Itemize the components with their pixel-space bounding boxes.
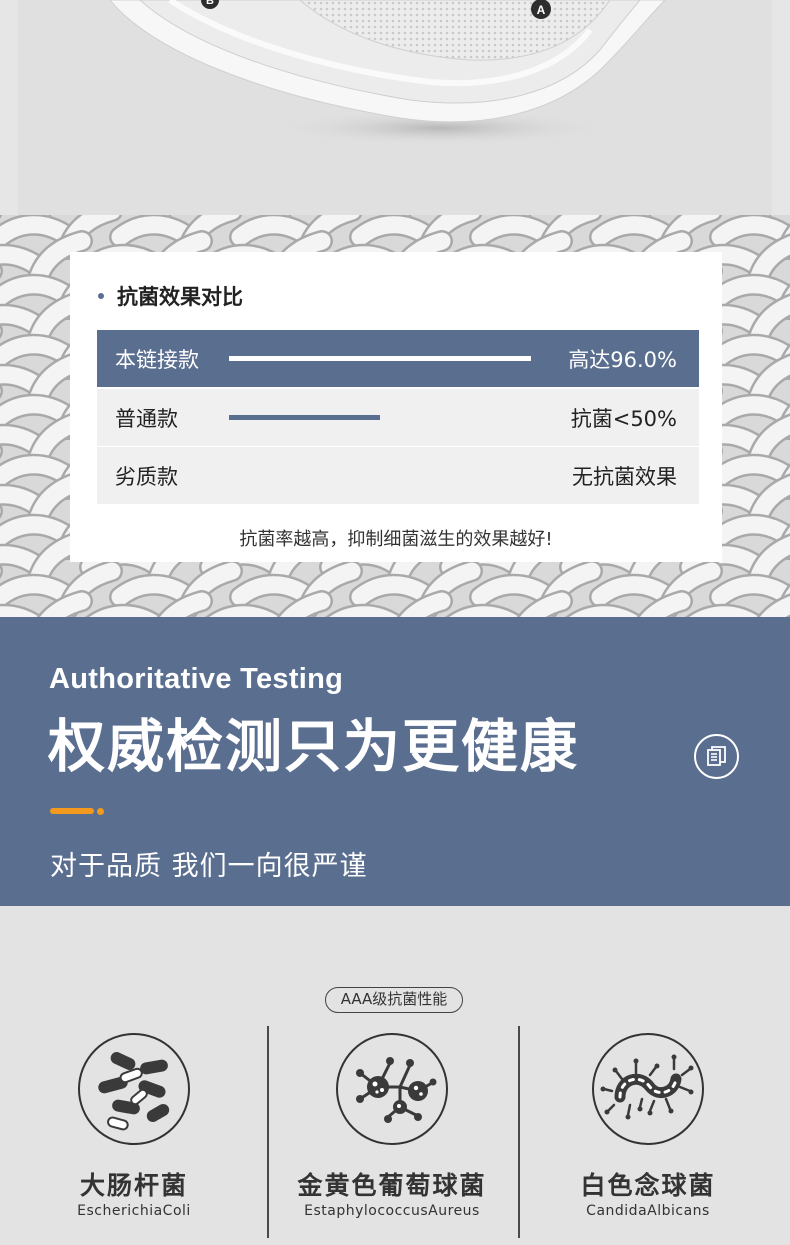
banner-subtitle: 对于品质 我们一向很严谨 <box>50 851 368 882</box>
bacteria-name-en: EstaphylococcusAureus <box>304 1203 480 1219</box>
staphylococcus-icon <box>336 1033 448 1145</box>
row-bar <box>229 415 380 420</box>
banner-title-en: Authoritative Testing <box>49 663 344 695</box>
comparison-title-text: 抗菌效果对比 <box>117 285 243 309</box>
row-value: 抗菌<50% <box>570 406 677 431</box>
candida-icon <box>592 1033 704 1145</box>
marker-b-label: B <box>206 0 214 7</box>
bacteria-item-candida: 白色念球菌 CandidaAlbicans <box>520 1033 776 1233</box>
row-value: 高达96.0% <box>568 347 677 372</box>
row-name: 本链接款 <box>115 347 199 372</box>
row-name: 普通款 <box>115 406 178 431</box>
bacteria-name-cn: 白色念球菌 <box>580 1171 716 1200</box>
comparison-title: 抗菌效果对比 <box>98 281 243 311</box>
bacteria-name-cn: 大肠杆菌 <box>79 1171 188 1200</box>
comparison-row-this-product: 本链接款 高达96.0% <box>97 330 699 387</box>
antibacterial-section: AAA级抗菌性能 大肠杆菌 EscherichiaColi 金黄色葡萄球菌 Es… <box>0 906 790 1245</box>
marker-a-label: A <box>537 3 546 17</box>
comparison-note: 抗菌率越高，抑制细菌滋生的效果越好! <box>239 529 553 550</box>
bacteria-name-cn: 金黄色葡萄球菌 <box>297 1171 487 1200</box>
bullet-dot <box>98 293 104 299</box>
bacteria-item-ecoli: 大肠杆菌 EscherichiaColi <box>6 1033 262 1233</box>
product-layers-illustration: B A <box>109 0 666 146</box>
bacteria-name-en: CandidaAlbicans <box>586 1203 710 1219</box>
comparison-card: 抗菌效果对比 本链接款 高达96.0% 普通款 抗菌<50% 劣质款 无抗菌效果… <box>70 252 722 562</box>
product-diagram: B A <box>0 0 790 215</box>
aaa-badge: AAA级抗菌性能 <box>325 987 463 1013</box>
row-name: 劣质款 <box>115 464 178 489</box>
accent-dot <box>97 808 104 815</box>
accent-dash <box>50 808 94 814</box>
row-bar <box>229 356 531 361</box>
comparison-row-ordinary: 普通款 抗菌<50% <box>97 389 699 446</box>
testing-banner: Authoritative Testing 权威检测只为更健康 对于品质 我们一… <box>0 617 790 908</box>
row-value: 无抗菌效果 <box>572 464 677 489</box>
bacteria-name-en: EscherichiaColi <box>77 1203 191 1219</box>
document-icon <box>694 734 739 779</box>
rod-bacteria-icon <box>78 1033 190 1145</box>
banner-title-cn: 权威检测只为更健康 <box>48 714 579 780</box>
comparison-row-inferior: 劣质款 无抗菌效果 <box>97 447 699 504</box>
fabric-texture-section: 抗菌效果对比 本链接款 高达96.0% 普通款 抗菌<50% 劣质款 无抗菌效果… <box>0 215 790 617</box>
bacteria-item-staphylococcus: 金黄色葡萄球菌 EstaphylococcusAureus <box>264 1033 520 1233</box>
